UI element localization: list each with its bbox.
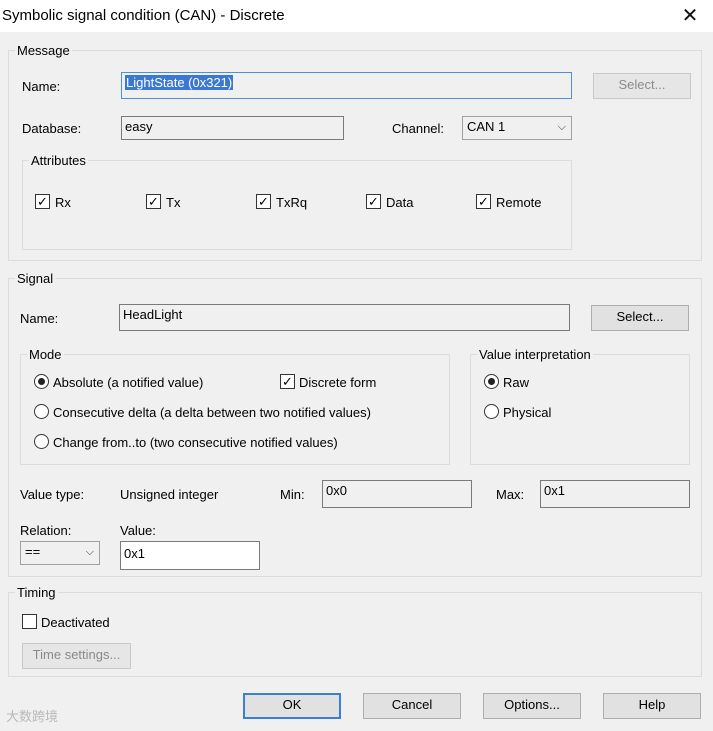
channel-select-value: CAN 1 [467,119,506,134]
time-settings-button[interactable]: Time settings... [22,643,131,669]
deactivated-label: Deactivated [41,615,110,630]
attribute-data-checkbox[interactable]: ✓ [366,194,381,209]
interp-raw-label: Raw [503,375,530,390]
min-label: Min: [280,487,305,502]
signal-name-field[interactable]: HeadLight [119,304,570,331]
discrete-form-checkbox[interactable]: ✓ [280,374,295,389]
relation-select[interactable]: == ⌵ [20,541,100,565]
help-button[interactable]: Help [603,693,701,719]
max-field[interactable]: 0x1 [540,480,690,508]
cancel-button[interactable]: Cancel [363,693,461,719]
attribute-data-label: Data [386,195,414,210]
channel-label: Channel: [392,121,445,136]
max-label: Max: [496,487,525,502]
mode-absolute-label: Absolute (a notified value) [53,375,204,390]
value-label: Value: [120,523,156,538]
title-bar: Symbolic signal condition (CAN) - Discre… [0,0,713,32]
attribute-remote-checkbox[interactable]: ✓ [476,194,491,209]
mode-consecutive-delta-radio[interactable] [34,404,49,419]
message-name-label: Name: [22,79,61,94]
relation-label: Relation: [20,523,72,538]
interp-physical-radio[interactable] [484,404,499,419]
attribute-txrq-checkbox[interactable]: ✓ [256,194,271,209]
signal-group-label: Signal [17,271,54,286]
message-name-field[interactable]: LightState (0x321) [121,72,572,99]
message-group-label: Message [17,43,70,58]
message-name-value: LightState (0x321) [125,75,234,90]
mode-group-label: Mode [29,347,62,362]
interp-raw-radio[interactable] [484,374,499,389]
watermark: 大数跨境 [6,709,59,724]
attribute-rx-checkbox[interactable]: ✓ [35,194,50,209]
interp-physical-label: Physical [503,405,552,420]
mode-absolute-radio[interactable] [34,374,49,389]
mode-change-from-to-radio[interactable] [34,434,49,449]
value-field[interactable]: 0x1 [120,541,260,570]
discrete-form-label: Discrete form [299,375,377,390]
value-interpretation-label: Value interpretation [479,347,591,362]
attribute-tx-checkbox[interactable]: ✓ [146,194,161,209]
window-title: Symbolic signal condition (CAN) - Discre… [2,7,285,24]
signal-select-button[interactable]: Select... [591,305,689,331]
signal-name-label: Name: [20,311,59,326]
channel-select[interactable]: CAN 1 ⌵ [462,116,572,140]
message-select-button[interactable]: Select... [593,73,691,99]
attribute-remote-label: Remote [496,195,542,210]
mode-change-from-to-label: Change from..to (two consecutive notifie… [53,435,338,450]
database-field[interactable]: easy [121,116,344,140]
chevron-down-icon: ⌵ [557,121,566,133]
radio-selected-dot [38,378,45,385]
chevron-down-icon: ⌵ [85,546,94,558]
options-button[interactable]: Options... [483,693,581,719]
timing-group-label: Timing [17,585,56,600]
attribute-tx-label: Tx [166,195,181,210]
value-type-label: Value type: [20,487,85,502]
attribute-txrq-label: TxRq [276,195,308,210]
radio-selected-dot [488,378,495,385]
close-icon[interactable]: ✕ [672,2,708,30]
min-field[interactable]: 0x0 [322,480,472,508]
ok-button[interactable]: OK [243,693,341,719]
database-label: Database: [22,121,82,136]
relation-select-value: == [25,544,41,559]
attribute-rx-label: Rx [55,195,71,210]
attributes-group-label: Attributes [31,153,86,168]
value-type-value: Unsigned integer [120,487,219,502]
mode-consecutive-delta-label: Consecutive delta (a delta between two n… [53,405,371,420]
deactivated-checkbox[interactable] [22,614,37,629]
